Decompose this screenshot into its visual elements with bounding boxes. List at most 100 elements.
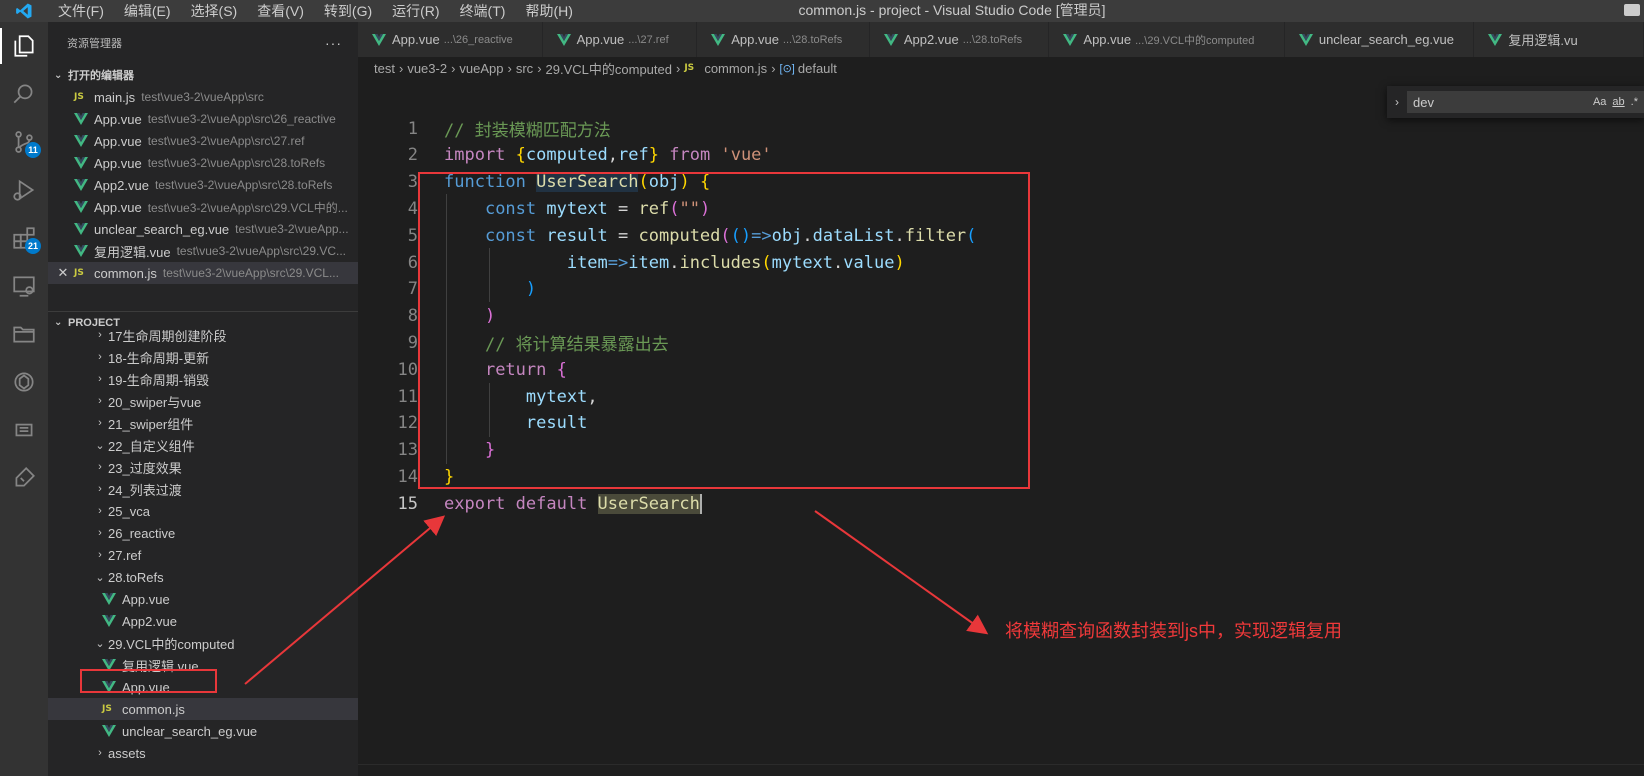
menu-item[interactable]: 终端(T)	[450, 0, 516, 22]
js-file-icon: JS	[684, 63, 695, 73]
tree-folder[interactable]: › 23_过度效果	[48, 456, 358, 478]
open-editor-item[interactable]: 复用逻辑.vue test\vue3-2\vueApp\src\29.VC...	[48, 240, 358, 262]
chevron-down-icon: ⌄	[95, 439, 105, 452]
more-actions-icon[interactable]: ···	[325, 35, 342, 51]
tree-folder[interactable]: ⌄ 22_自定义组件	[48, 434, 358, 456]
menu-item[interactable]: 运行(R)	[382, 0, 449, 22]
open-editor-item[interactable]: JS main.js test\vue3-2\vueApp\src	[48, 86, 358, 108]
output-icon[interactable]	[0, 406, 48, 454]
open-editor-item[interactable]: App.vue test\vue3-2\vueApp\src\29.VCL中的..…	[48, 196, 358, 218]
code-line: 15 export default UserSearch	[358, 490, 702, 517]
menu-item[interactable]: 转到(G)	[314, 0, 382, 22]
tree-folder[interactable]: › 21_swiper组件	[48, 412, 358, 434]
editor-tab[interactable]: App2.vue ...\28.toRefs	[869, 22, 1050, 57]
code-token: export	[444, 493, 516, 514]
tree-item-label: 19-生命周期-销毁	[108, 372, 210, 388]
match-case-icon[interactable]: Aa	[1593, 96, 1606, 108]
menu-item[interactable]: 查看(V)	[247, 0, 314, 22]
code-token: }	[648, 145, 660, 166]
vue-file-icon	[74, 223, 88, 235]
find-input[interactable]: dev Aa ab .*	[1407, 91, 1644, 113]
breadcrumb-item[interactable]: common.js	[704, 61, 767, 76]
explorer-icon[interactable]	[0, 22, 48, 70]
tree-folder[interactable]: › assets	[48, 742, 358, 764]
breadcrumb-item[interactable]: vueApp	[459, 61, 503, 76]
remote-explorer-icon[interactable]	[0, 262, 48, 310]
search-icon[interactable]	[0, 70, 48, 118]
editor-tab[interactable]: App.vue ...\27.ref	[542, 22, 698, 57]
extensions-icon[interactable]: 21	[0, 214, 48, 262]
tree-folder[interactable]: › 19-生命周期-销毁	[48, 368, 358, 390]
tree-file[interactable]: App.vue	[48, 588, 358, 610]
open-editor-item[interactable]: App.vue test\vue3-2\vueApp\src\28.toRefs	[48, 152, 358, 174]
tree-folder[interactable]: › 24_列表过渡	[48, 478, 358, 500]
testing-icon[interactable]	[0, 454, 48, 502]
menu-item[interactable]: 文件(F)	[48, 0, 114, 22]
code-line: 6 item=>item.includes(mytext.value)	[358, 249, 905, 276]
window-control[interactable]	[1624, 4, 1640, 16]
breadcrumb: test › vue3-2 › vueApp › src › 29.VCL中的computed ›…	[358, 57, 1644, 79]
tree-folder[interactable]: › 25_vca	[48, 500, 358, 522]
tree-item-label: common.js	[122, 701, 185, 717]
file-name: App.vue	[94, 199, 142, 215]
line-number: 2	[407, 145, 418, 166]
line-number: 7	[407, 279, 418, 300]
chevron-down-icon: ⌄	[95, 571, 105, 584]
tree-item-label: 18-生命周期-更新	[108, 350, 210, 366]
open-editor-item[interactable]: unclear_search_eg.vue test\vue3-2\vueApp.…	[48, 218, 358, 240]
breadcrumb-item[interactable]: src	[516, 61, 533, 76]
code-line: 5 const result = computed(()=>obj.dataLi…	[358, 222, 977, 249]
tree-folder[interactable]: › 17生命周期创建阶段	[48, 324, 358, 346]
file-path: test\vue3-2\vueApp\src\29.VCL...	[162, 266, 339, 280]
toggle-replace-icon[interactable]: ›	[1387, 95, 1407, 109]
ai-assistant-icon[interactable]	[0, 358, 48, 406]
tree-file[interactable]: JS common.js	[48, 698, 358, 720]
symbol-icon: [⊙]	[779, 62, 795, 75]
tree-folder[interactable]: ⌄ 28.toRefs	[48, 566, 358, 588]
menu-item[interactable]: 帮助(H)	[515, 0, 582, 22]
match-whole-word-icon[interactable]: ab	[1612, 96, 1624, 108]
source-control-icon[interactable]: 11	[0, 118, 48, 166]
editor-tab[interactable]: unclear_search_eg.vue	[1284, 22, 1475, 57]
breadcrumb-item[interactable]: test	[374, 61, 395, 76]
file-name: 复用逻辑.vue	[94, 244, 171, 260]
editor-tab[interactable]: App.vue ...\28.toRefs	[697, 22, 870, 57]
file-path: test\vue3-2\vueApp\src	[141, 90, 264, 104]
extensions-badge: 21	[24, 238, 41, 254]
tree-file[interactable]: unclear_search_eg.vue	[48, 720, 358, 742]
folder-icon[interactable]	[0, 310, 48, 358]
open-editor-item[interactable]: App.vue test\vue3-2\vueApp\src\26_reactiv…	[48, 108, 358, 130]
horizontal-scrollbar[interactable]	[358, 764, 1644, 776]
breadcrumb-item[interactable]: 29.VCL中的computed	[546, 59, 672, 78]
code-token: computed	[525, 145, 608, 166]
tree-folder[interactable]: › 26_reactive	[48, 522, 358, 544]
tree-item-label: assets	[108, 745, 146, 761]
scm-badge: 11	[25, 142, 41, 158]
editor-tab[interactable]: 复用逻辑.vu	[1474, 22, 1644, 57]
breadcrumb-item[interactable]: default	[798, 61, 837, 76]
js-file-icon: JS	[74, 92, 84, 102]
close-icon[interactable]: ✕	[54, 265, 72, 281]
tree-folder[interactable]: › 18-生命周期-更新	[48, 346, 358, 368]
open-editor-item[interactable]: App2.vue test\vue3-2\vueApp\src\28.toRefs	[48, 174, 358, 196]
regex-icon[interactable]: .*	[1631, 96, 1638, 108]
tree-file[interactable]: App2.vue	[48, 610, 358, 632]
open-editor-item[interactable]: App.vue test\vue3-2\vueApp\src\27.ref	[48, 130, 358, 152]
breadcrumb-item[interactable]: vue3-2	[407, 61, 447, 76]
tree-item-label: 21_swiper组件	[108, 416, 194, 432]
menu-item[interactable]: 编辑(E)	[114, 0, 181, 22]
file-name: main.js	[94, 89, 136, 105]
tree-folder[interactable]: › 27.ref	[48, 544, 358, 566]
code-token: // 封装模糊匹配方法	[444, 121, 611, 141]
menu-item[interactable]: 选择(S)	[181, 0, 248, 22]
tree-item-label: 28.toRefs	[108, 569, 164, 585]
run-debug-icon[interactable]	[0, 166, 48, 214]
tree-folder[interactable]: › 20_swiper与vue	[48, 390, 358, 412]
editor-tab[interactable]: App.vue ...\29.VCL中的computed	[1049, 22, 1285, 57]
open-editors-header[interactable]: ⌄ 打开的编辑器	[48, 64, 358, 86]
line-number: 13	[397, 440, 418, 461]
tree-folder[interactable]: ⌄ 29.VCL中的computed	[48, 632, 358, 654]
editor-tab[interactable]: App.vue ...\26_reactive	[358, 22, 543, 57]
tab-description: ...\26_reactive	[443, 33, 513, 46]
open-editor-item[interactable]: ✕ JS common.js test\vue3-2\vueApp\src\29.VC…	[48, 262, 358, 284]
